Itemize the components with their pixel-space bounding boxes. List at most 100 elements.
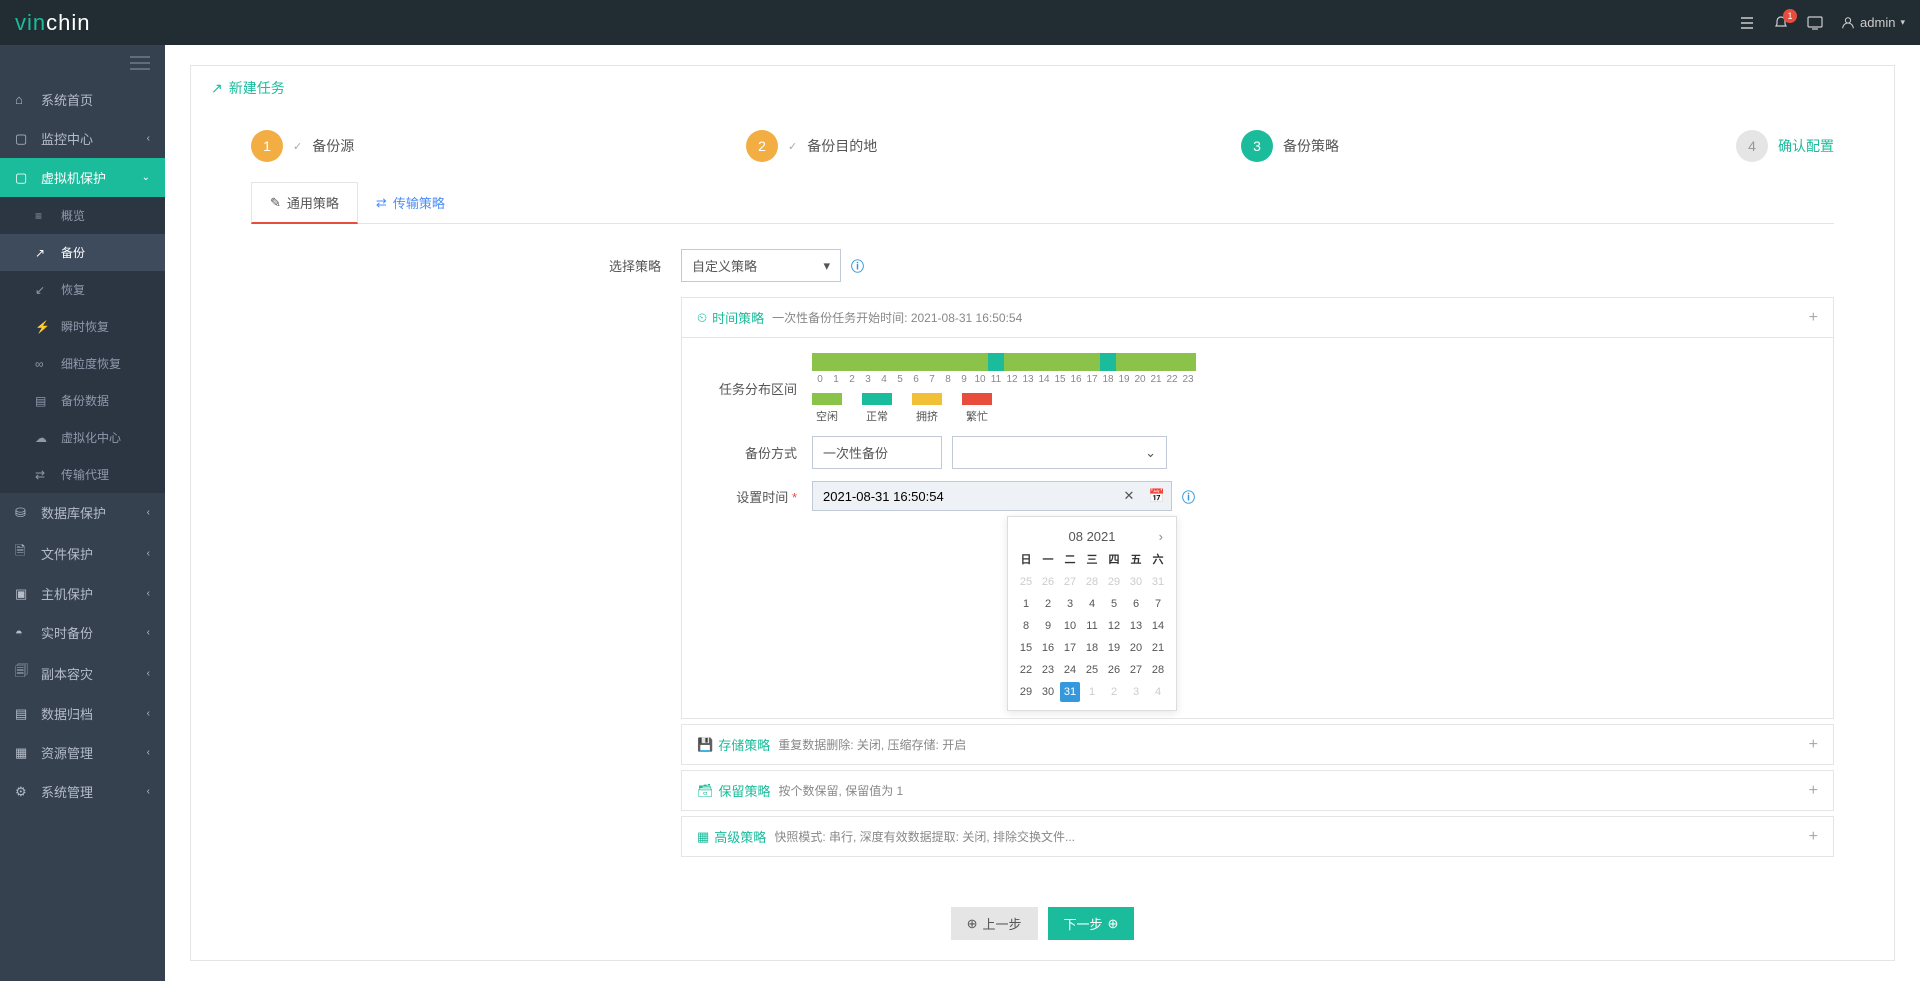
date-input[interactable]: ✕ 📅 xyxy=(812,481,1172,511)
user-menu[interactable]: admin ▾ xyxy=(1841,15,1905,30)
cal-next-icon[interactable]: › xyxy=(1159,529,1163,544)
plus-icon[interactable]: + xyxy=(1809,782,1818,800)
cal-day[interactable]: 2 xyxy=(1038,594,1058,614)
cal-day[interactable]: 15 xyxy=(1016,638,1036,658)
acc-head-advanced[interactable]: ▦高级策略 快照模式: 串行, 深度有效数据提取: 关闭, 排除交换文件... … xyxy=(682,817,1833,856)
nav-home[interactable]: ⌂系统首页 xyxy=(0,80,165,119)
monitor-icon[interactable] xyxy=(1807,15,1823,31)
cal-day[interactable]: 8 xyxy=(1016,616,1036,636)
bell-icon[interactable]: 1 xyxy=(1773,15,1789,31)
cal-day[interactable]: 4 xyxy=(1148,682,1168,702)
cal-day[interactable]: 19 xyxy=(1104,638,1124,658)
cal-day[interactable]: 24 xyxy=(1060,660,1080,680)
step-label: 备份策略 xyxy=(1283,136,1339,156)
nav-realtime[interactable]: ◓实时备份‹ xyxy=(0,613,165,652)
cal-day[interactable]: 30 xyxy=(1126,572,1146,592)
subnav-restore[interactable]: ↙恢复 xyxy=(0,271,165,308)
cal-day[interactable]: 7 xyxy=(1148,594,1168,614)
cal-day[interactable]: 9 xyxy=(1038,616,1058,636)
nav-host-protect[interactable]: ▣主机保护‹ xyxy=(0,574,165,613)
cal-day[interactable]: 29 xyxy=(1016,682,1036,702)
plus-icon[interactable]: + xyxy=(1809,736,1818,754)
cal-day[interactable]: 27 xyxy=(1060,572,1080,592)
cal-day[interactable]: 18 xyxy=(1082,638,1102,658)
date-field[interactable] xyxy=(813,483,1115,510)
edit-icon: ✎ xyxy=(270,195,281,211)
cal-day[interactable]: 16 xyxy=(1038,638,1058,658)
cal-day[interactable]: 10 xyxy=(1060,616,1080,636)
cal-day[interactable]: 13 xyxy=(1126,616,1146,636)
cal-day[interactable]: 2 xyxy=(1104,682,1124,702)
plus-icon[interactable]: + xyxy=(1809,309,1818,327)
subnav-instant[interactable]: ⚡瞬时恢复 xyxy=(0,308,165,345)
cal-day[interactable]: 31 xyxy=(1148,572,1168,592)
nav-db-protect[interactable]: ⛁数据库保护‹ xyxy=(0,493,165,532)
info-icon[interactable]: ⓘ xyxy=(1182,487,1195,506)
acc-head-time[interactable]: ⏲时间策略 一次性备份任务开始时间: 2021-08-31 16:50:54 + xyxy=(682,298,1833,338)
cal-dow: 日 xyxy=(1016,548,1036,570)
cal-day[interactable]: 28 xyxy=(1082,572,1102,592)
cal-day[interactable]: 5 xyxy=(1104,594,1124,614)
acc-head-retain[interactable]: 🗃保留策略 按个数保留, 保留值为 1 + xyxy=(682,771,1833,810)
nav-monitor[interactable]: ▢监控中心‹ xyxy=(0,119,165,158)
acc-head-storage[interactable]: 💾存储策略 重复数据删除: 关闭, 压缩存储: 开启 + xyxy=(682,725,1833,764)
nav-replica[interactable]: 🗐副本容灾‹ xyxy=(0,652,165,694)
clear-icon[interactable]: ✕ xyxy=(1115,482,1143,510)
cal-day[interactable]: 12 xyxy=(1104,616,1124,636)
nav-archive[interactable]: ▤数据归档‹ xyxy=(0,694,165,733)
subnav-granular[interactable]: ∞细粒度恢复 xyxy=(0,345,165,382)
cal-day[interactable]: 1 xyxy=(1016,594,1036,614)
prev-button[interactable]: ⊕上一步 xyxy=(951,907,1038,940)
cal-day[interactable]: 21 xyxy=(1148,638,1168,658)
list-icon[interactable] xyxy=(1739,15,1755,31)
cal-day[interactable]: 20 xyxy=(1126,638,1146,658)
acc-title-text: 保留策略 xyxy=(719,781,771,800)
subnav-data[interactable]: ▤备份数据 xyxy=(0,382,165,419)
tab-label: 通用策略 xyxy=(287,193,339,212)
sidebar-toggle[interactable] xyxy=(0,45,165,80)
tab-transfer[interactable]: ⇄传输策略 xyxy=(358,182,463,223)
cal-day[interactable]: 3 xyxy=(1126,682,1146,702)
cal-day[interactable]: 3 xyxy=(1060,594,1080,614)
cal-day[interactable]: 11 xyxy=(1082,616,1102,636)
hour-cell xyxy=(1132,353,1148,371)
cal-day[interactable]: 1 xyxy=(1082,682,1102,702)
cal-day[interactable]: 27 xyxy=(1126,660,1146,680)
cal-day[interactable]: 28 xyxy=(1148,660,1168,680)
subnav-overview[interactable]: ≡概览 xyxy=(0,197,165,234)
cal-day[interactable]: 30 xyxy=(1038,682,1058,702)
nav-label: 恢复 xyxy=(61,281,85,298)
legend-label: 拥挤 xyxy=(916,408,938,424)
cal-day[interactable]: 29 xyxy=(1104,572,1124,592)
cal-day[interactable]: 6 xyxy=(1126,594,1146,614)
cal-day[interactable]: 25 xyxy=(1082,660,1102,680)
select-method-ext[interactable]: ⌄ xyxy=(952,436,1167,469)
cal-day[interactable]: 26 xyxy=(1038,572,1058,592)
host-icon: ▣ xyxy=(15,586,31,602)
info-icon[interactable]: ⓘ xyxy=(851,256,864,275)
cal-day[interactable]: 17 xyxy=(1060,638,1080,658)
cal-day[interactable]: 23 xyxy=(1038,660,1058,680)
cal-day[interactable]: 26 xyxy=(1104,660,1124,680)
cal-day[interactable]: 22 xyxy=(1016,660,1036,680)
next-button[interactable]: 下一步⊕ xyxy=(1048,907,1135,940)
cal-day[interactable]: 31 xyxy=(1060,682,1080,702)
nav-system[interactable]: ⚙系统管理‹ xyxy=(0,772,165,811)
nav-file-protect[interactable]: 🗎文件保护‹ xyxy=(0,532,165,574)
hour-bar xyxy=(812,353,1196,371)
plus-icon[interactable]: + xyxy=(1809,828,1818,846)
select-policy[interactable]: 自定义策略 ▾ xyxy=(681,249,841,282)
subnav-agent[interactable]: ⇄传输代理 xyxy=(0,456,165,493)
select-method-highlight[interactable]: 一次性备份 xyxy=(812,436,942,469)
acc-desc-text: 按个数保留, 保留值为 1 xyxy=(779,782,904,799)
cal-day[interactable]: 25 xyxy=(1016,572,1036,592)
nav-resource[interactable]: ▦资源管理‹ xyxy=(0,733,165,772)
subnav-virtcenter[interactable]: ☁虚拟化中心 xyxy=(0,419,165,456)
tab-general[interactable]: ✎ 通用策略 xyxy=(251,182,358,224)
subnav-backup[interactable]: ↗备份 xyxy=(0,234,165,271)
cal-day[interactable]: 4 xyxy=(1082,594,1102,614)
legend-label: 正常 xyxy=(866,408,888,424)
calendar-icon[interactable]: 📅 xyxy=(1143,482,1171,510)
cal-day[interactable]: 14 xyxy=(1148,616,1168,636)
nav-vm-protect[interactable]: ▢虚拟机保护⌄ xyxy=(0,158,165,197)
